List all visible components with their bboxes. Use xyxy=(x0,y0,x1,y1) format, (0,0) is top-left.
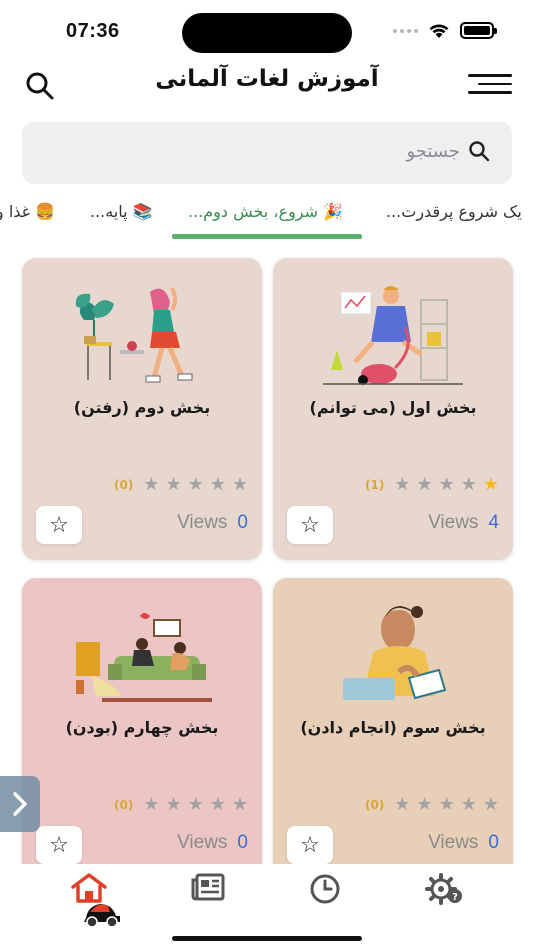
rating-count: (0) xyxy=(113,478,134,492)
views-counter: Views 0 xyxy=(177,512,248,534)
car-icon xyxy=(84,904,120,928)
star-icon[interactable]: ★ xyxy=(483,476,499,494)
favorite-button[interactable]: ☆ xyxy=(287,826,333,864)
star-icon[interactable]: ★ xyxy=(143,476,159,494)
views-number: 0 xyxy=(237,832,248,853)
status-time: 07:36 xyxy=(66,20,120,42)
history-icon xyxy=(310,874,340,904)
dynamic-island xyxy=(182,13,352,53)
rating-stars: ★ ★ ★ ★ ★ (0) xyxy=(114,796,248,814)
tab-history[interactable] xyxy=(308,872,348,912)
category-tab[interactable]: 📚 پایه... xyxy=(90,202,153,221)
lesson-card[interactable]: بخش اول (می توانم) ★ ★ ★ ★ ★ (1) Views 4 … xyxy=(273,258,513,560)
views-label: Views xyxy=(428,512,479,533)
star-icon[interactable]: ★ xyxy=(210,796,226,814)
views-counter: Views 0 xyxy=(177,832,248,854)
settings-icon: ? xyxy=(425,873,462,905)
search-field-icon xyxy=(469,141,490,162)
star-icon[interactable]: ★ xyxy=(439,796,455,814)
news-icon xyxy=(191,873,225,901)
category-tab-active[interactable]: 🎉 شروع، بخش دوم... xyxy=(188,202,343,221)
star-icon[interactable]: ★ xyxy=(439,476,455,494)
walking-illustration xyxy=(75,287,193,383)
views-label: Views xyxy=(428,832,479,853)
rating-stars: ★ ★ ★ ★ ★ (0) xyxy=(365,796,499,814)
views-label: Views xyxy=(177,832,228,853)
lesson-card[interactable]: بخش چهارم (بودن) ★ ★ ★ ★ ★ (0) Views 0 ☆ xyxy=(22,578,262,880)
card-title: بخش دوم (رفتن) xyxy=(73,398,211,417)
cleaning-illustration xyxy=(323,286,463,385)
star-icon[interactable]: ★ xyxy=(188,796,204,814)
star-icon[interactable]: ★ xyxy=(165,796,181,814)
star-icon[interactable]: ★ xyxy=(483,796,499,814)
card-title: بخش سوم (انجام دادن) xyxy=(300,718,486,737)
views-label: Views xyxy=(177,512,228,533)
views-counter: Views 0 xyxy=(428,832,499,854)
status-icons xyxy=(393,22,497,39)
card-title: بخش چهارم (بودن) xyxy=(65,718,219,737)
favorite-button[interactable]: ☆ xyxy=(287,506,333,544)
rating-count: (0) xyxy=(113,798,134,812)
views-number: 4 xyxy=(488,512,499,533)
tab-news[interactable] xyxy=(190,872,230,912)
star-icon[interactable]: ★ xyxy=(394,796,410,814)
star-icon[interactable]: ★ xyxy=(232,476,248,494)
reading-illustration xyxy=(343,606,447,700)
favorite-button[interactable]: ☆ xyxy=(36,506,82,544)
tab-settings[interactable]: ? xyxy=(424,872,464,912)
search-input[interactable]: جستجو xyxy=(22,122,512,184)
page-title: آموزش لغات آلمانی xyxy=(155,66,379,92)
star-icon[interactable]: ★ xyxy=(188,476,204,494)
views-number: 0 xyxy=(237,512,248,533)
search-placeholder: جستجو xyxy=(406,140,460,162)
star-icon[interactable]: ★ xyxy=(416,476,432,494)
rating-stars: ★ ★ ★ ★ ★ (0) xyxy=(114,476,248,494)
app-header: آموزش لغات آلمانی xyxy=(0,62,534,106)
menu-button[interactable] xyxy=(468,74,512,96)
lesson-card[interactable]: بخش سوم (انجام دادن) ★ ★ ★ ★ ★ (0) Views… xyxy=(273,578,513,880)
star-icon[interactable]: ★ xyxy=(232,796,248,814)
star-icon[interactable]: ★ xyxy=(210,476,226,494)
living-room-illustration xyxy=(76,613,212,702)
star-icon[interactable]: ★ xyxy=(394,476,410,494)
category-tab[interactable]: 🍔 غذا و xyxy=(0,202,55,221)
active-category-indicator xyxy=(172,234,362,239)
battery-icon xyxy=(460,22,497,39)
lesson-card[interactable]: بخش دوم (رفتن) ★ ★ ★ ★ ★ (0) Views 0 ☆ xyxy=(22,258,262,560)
star-icon[interactable]: ★ xyxy=(416,796,432,814)
signal-icon xyxy=(393,28,418,33)
rating-stars: ★ ★ ★ ★ ★ (1) xyxy=(365,476,499,494)
status-bar: 07:36 xyxy=(0,0,534,62)
views-number: 0 xyxy=(488,832,499,853)
card-title: بخش اول (می توانم) xyxy=(309,398,477,417)
views-counter: Views 4 xyxy=(428,512,499,534)
wifi-icon xyxy=(429,23,449,38)
star-icon[interactable]: ★ xyxy=(461,796,477,814)
svg-text:?: ? xyxy=(452,892,458,903)
category-tabs: یک شروع پرقدرت... 🎉 شروع، بخش دوم... 📚 پ… xyxy=(0,198,534,242)
category-tab[interactable]: یک شروع پرقدرت... xyxy=(386,202,522,221)
star-icon[interactable]: ★ xyxy=(165,476,181,494)
star-icon[interactable]: ★ xyxy=(143,796,159,814)
favorite-button[interactable]: ☆ xyxy=(36,826,82,864)
home-indicator xyxy=(172,936,362,941)
rating-count: (0) xyxy=(364,798,385,812)
expand-arrow-button[interactable] xyxy=(0,776,40,832)
star-icon[interactable]: ★ xyxy=(461,476,477,494)
rating-count: (1) xyxy=(364,478,385,492)
chevron-right-icon xyxy=(13,792,27,816)
